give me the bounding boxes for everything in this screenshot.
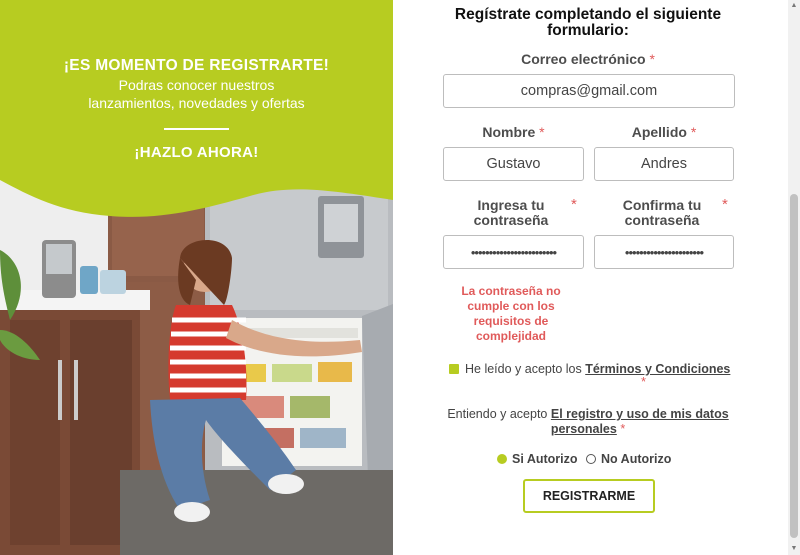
confirm-password-required-mark: * (722, 196, 728, 213)
terms-link[interactable]: Términos y Condiciones (585, 362, 730, 376)
radio-si-autorizo-label[interactable]: Si Autorizo (512, 452, 578, 466)
scroll-thumb[interactable] (790, 194, 798, 538)
email-required-mark: * (649, 51, 655, 67)
confirm-password-label-line2: contraseña (624, 212, 700, 228)
scroll-up-icon[interactable]: ▲ (788, 0, 800, 12)
registration-form: Regístrate completando el siguiente form… (393, 0, 788, 555)
password-label-line1: Ingresa tu (477, 197, 545, 213)
email-label-text: Correo electrónico (521, 51, 646, 67)
register-button[interactable]: REGISTRARME (523, 479, 655, 513)
promo-heading: ¡ES MOMENTO DE REGISTRARTE! (63, 57, 330, 74)
password-field[interactable] (443, 235, 584, 269)
last-name-label-text: Apellido (631, 124, 687, 140)
terms-prefix: He leído y acepto los (465, 362, 586, 376)
form-title-line1: Regístrate completando el siguiente (454, 6, 722, 23)
confirm-password-label: Confirma tu contraseña (606, 198, 718, 228)
consent-required-mark: * (620, 422, 626, 436)
page-scrollbar[interactable]: ▲ ▼ (788, 0, 800, 555)
last-name-field[interactable] (594, 147, 734, 181)
first-name-required-mark: * (539, 124, 545, 140)
radio-no-autorizo[interactable] (586, 454, 596, 464)
first-name-label-text: Nombre (482, 124, 536, 140)
scroll-down-icon[interactable]: ▼ (788, 543, 800, 555)
confirm-password-label-line1: Confirma tu (622, 197, 702, 213)
promo-subtitle-line2: lanzamientos, novedades y ofertas (88, 95, 305, 111)
terms-text: He leído y acepto los Términos y Condici… (465, 362, 730, 376)
consent-prefix: Entiendo y acepto (447, 407, 551, 421)
promo-divider (164, 128, 229, 130)
form-title: Regístrate completando el siguiente form… (443, 7, 733, 39)
first-name-field[interactable] (443, 147, 584, 181)
first-name-label: Nombre * (443, 125, 584, 140)
password-label-line2: contraseña (473, 212, 549, 228)
email-label: Correo electrónico * (443, 52, 733, 67)
promo-cta: ¡HAZLO AHORA! (134, 144, 259, 161)
consent-link[interactable]: El registro y uso de mis datos personale… (551, 407, 729, 436)
form-title-line2: formulario: (547, 22, 629, 39)
promo-panel: ¡ES MOMENTO DE REGISTRARTE! Podras conoc… (0, 0, 393, 555)
password-required-mark: * (571, 196, 577, 213)
last-name-required-mark: * (690, 124, 697, 140)
radio-si-autorizo[interactable] (497, 454, 507, 464)
password-error-message: La contraseña no cumple con los requisit… (461, 284, 561, 343)
email-field[interactable] (443, 74, 735, 108)
promo-green-banner (0, 0, 393, 217)
terms-checkbox[interactable] (449, 364, 459, 374)
radio-no-autorizo-label[interactable]: No Autorizo (601, 452, 671, 466)
terms-required-mark: * (641, 374, 647, 389)
promo-subtitle: Podras conocer nuestros lanzamientos, no… (0, 76, 393, 112)
promo-subtitle-line1: Podras conocer nuestros (118, 77, 275, 93)
password-label: Ingresa tu contraseña (455, 198, 567, 228)
confirm-password-field[interactable] (594, 235, 734, 269)
data-consent: Entiendo y acepto El registro y uso de m… (433, 407, 743, 437)
last-name-label: Apellido * (594, 125, 734, 140)
